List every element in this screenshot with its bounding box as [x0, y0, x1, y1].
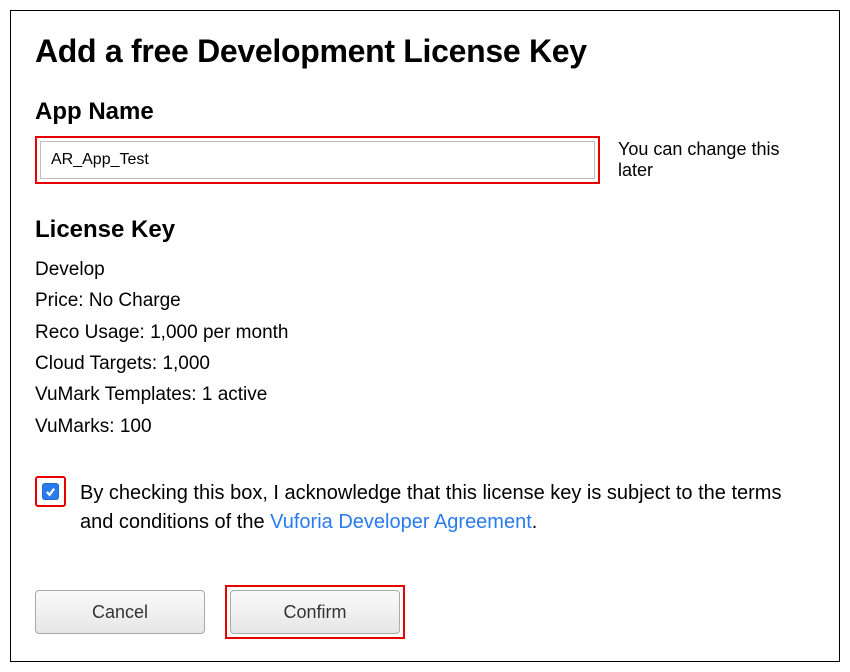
app-name-hint: You can change this later	[618, 139, 815, 181]
button-row: Cancel Confirm	[35, 585, 815, 639]
cancel-button[interactable]: Cancel	[35, 590, 205, 634]
checkmark-icon	[45, 486, 56, 497]
license-details: Develop Price: No Charge Reco Usage: 1,0…	[35, 254, 815, 442]
license-price: Price: No Charge	[35, 285, 815, 316]
license-tier: Develop	[35, 254, 815, 285]
agreement-link[interactable]: Vuforia Developer Agreement	[270, 511, 532, 533]
app-name-label: App Name	[35, 98, 815, 126]
agreement-row: By checking this box, I acknowledge that…	[35, 476, 815, 537]
license-cloud: Cloud Targets: 1,000	[35, 348, 815, 379]
page-title: Add a free Development License Key	[35, 33, 815, 70]
license-vumark-templates: VuMark Templates: 1 active	[35, 379, 815, 410]
agreement-checkbox[interactable]	[42, 483, 59, 500]
confirm-highlight: Confirm	[225, 585, 405, 639]
license-vumarks: VuMarks: 100	[35, 411, 815, 442]
confirm-button[interactable]: Confirm	[230, 590, 400, 634]
license-form-panel: Add a free Development License Key App N…	[10, 10, 840, 662]
app-name-row: You can change this later	[35, 136, 815, 184]
app-name-highlight	[35, 136, 600, 184]
license-key-label: License Key	[35, 216, 815, 244]
license-reco: Reco Usage: 1,000 per month	[35, 317, 815, 348]
agreement-text: By checking this box, I acknowledge that…	[80, 476, 815, 537]
app-name-input[interactable]	[40, 141, 595, 179]
agreement-suffix: .	[532, 511, 538, 533]
agreement-checkbox-highlight	[35, 476, 66, 507]
